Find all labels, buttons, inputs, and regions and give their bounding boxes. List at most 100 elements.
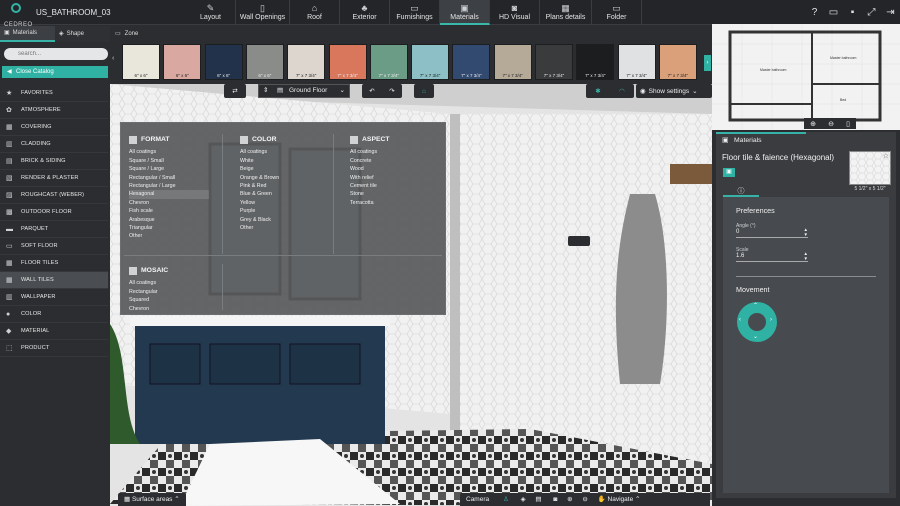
search-input[interactable] [4,48,108,60]
filter-option[interactable]: Chevron [129,305,209,313]
material-swatch[interactable]: 7" x 7 3/4" [658,44,697,80]
filter-option[interactable]: All coatings [129,148,209,156]
rotate-button[interactable]: ⇄ [224,84,246,98]
material-swatch[interactable]: 7" x 7 3/4" [369,44,408,80]
filter-option[interactable]: Blue & Green [240,190,320,198]
materials-panel-tab[interactable]: ▣ Materials [716,132,806,147]
material-swatch[interactable]: 7" x 7 3/4" [576,44,615,80]
category-favorites[interactable]: ★ FAVORITES [0,85,108,102]
filter-option[interactable]: Rectangular [129,288,209,296]
nav-folder[interactable]: ▭ Folder [592,0,642,25]
material-swatch[interactable]: 6" x 6" [204,44,243,80]
tab-materials[interactable]: ▣ Materials [0,26,55,42]
zoom-out-icon[interactable]: ⊖ [828,120,834,128]
material-swatch[interactable]: 6" x 6" [163,44,202,80]
zoom-out-icon[interactable]: ⊖ [582,496,587,503]
filter-option[interactable]: Cement tile [350,182,430,190]
filter-option[interactable]: Purple [240,207,320,215]
filter-option[interactable]: Squared [129,296,209,304]
scale-field[interactable]: 1.6 ▲ ▼ [736,251,808,262]
zoom-in-icon[interactable]: ⊕ [567,496,572,503]
person-icon[interactable]: ♙ [503,496,509,503]
camera-add-icon[interactable]: ◙ [553,496,557,503]
category-color[interactable]: ● COLOR [0,306,108,323]
filter-option[interactable]: Triangular [129,224,209,232]
arrow-down-icon[interactable]: ⌄ [753,333,758,340]
nav-materials[interactable]: ▣ Materials [440,0,490,25]
category-material[interactable]: ◆ MATERIAL [0,323,108,340]
category-parquet[interactable]: ▬ PARQUET [0,221,108,238]
path-button[interactable]: ⌂ [414,84,434,98]
filter-option[interactable]: Concrete [350,157,430,165]
angle-field[interactable]: 0 ▲ ▼ [736,227,808,238]
surface-areas-button[interactable]: ▦ Surface areas ⌃ [118,493,186,506]
filter-option[interactable]: Terracotta [350,199,430,207]
arrow-right-icon[interactable]: › [770,317,772,323]
filter-option[interactable]: Hexagonal [129,190,209,199]
filter-option[interactable]: Beige [240,165,320,173]
material-swatch[interactable]: 7" x 7 3/4" [452,44,491,80]
nav-plans-details[interactable]: ▦ Plans details [540,0,592,25]
category-wall-tiles[interactable]: ▦ WALL TILES [0,272,108,289]
trash-icon[interactable]: ▯ [846,120,850,128]
app-logo[interactable]: CEDREO [4,2,32,28]
nav-furnishings[interactable]: ▭ Furnishings [390,0,440,25]
category-atmosphere[interactable]: ✿ ATMOSPHERE [0,102,108,119]
stepper-icon[interactable]: ▲ ▼ [804,227,808,237]
filter-option[interactable]: All coatings [350,148,430,156]
nav-layout[interactable]: ✎ Layout [186,0,236,25]
filter-option[interactable]: Arabesque [129,216,209,224]
filter-option[interactable]: Rectangular / Large [129,182,209,190]
stepper-icon[interactable]: ▲ ▼ [804,251,808,261]
filter-option[interactable]: White [240,157,320,165]
nav-wall-openings[interactable]: ▯ Wall Openings [236,0,290,25]
filter-option[interactable]: Wood [350,165,430,173]
filter-option[interactable]: With relief [350,174,430,182]
category-cladding[interactable]: ▥ CLADDING [0,136,108,153]
category-brick-siding[interactable]: ▤ BRICK & SIDING [0,153,108,170]
save-icon[interactable]: ▪ [843,0,862,25]
filter-option[interactable]: Chevron [129,199,209,207]
material-thumbnail[interactable]: ☆ [849,151,891,185]
info-tab[interactable]: ⓘ [723,186,759,197]
category-wallpaper[interactable]: ▥ WALLPAPER [0,289,108,306]
nav-exterior[interactable]: ♣ Exterior [340,0,390,25]
close-catalog-button[interactable]: ◀ Close Catalog [2,66,108,78]
nav-hd-visual[interactable]: ◙ HD Visual [490,0,540,25]
material-swatch[interactable]: 7" x 7 3/4" [535,44,573,80]
filter-option[interactable]: Rectangular / Small [129,174,209,182]
sun-icon[interactable]: ✱ [595,87,600,95]
filter-option[interactable]: Orange & Brown [240,174,320,182]
sunset-icon[interactable]: ◠ [619,87,625,95]
show-settings-button[interactable]: ◉ Show settings ⌄ [636,84,712,98]
tab-shape[interactable]: ◈ Shape [55,26,110,42]
minimap[interactable]: Master bathroom Master bathroom Bed ⊕ ⊖ … [712,24,900,130]
category-roughcast-weber[interactable]: ▨ ROUGHCAST (WEBER) [0,187,108,204]
star-icon[interactable]: ☆ [883,152,889,160]
zoom-in-icon[interactable]: ⊕ [810,120,816,128]
material-badge[interactable]: ▣ [723,168,735,177]
scroll-left-icon[interactable]: ‹ [112,55,120,71]
redo-icon[interactable]: ↷ [389,87,394,95]
nav-roof[interactable]: ⌂ Roof [290,0,340,25]
navigate-label[interactable]: Navigate [608,496,634,503]
arrow-up-icon[interactable]: ⌃ [753,302,758,309]
material-swatch[interactable]: 7" x 7 3/4" [287,44,326,80]
filter-option[interactable]: All coatings [129,279,209,287]
filter-option[interactable]: Pink & Red [240,182,320,190]
tab-zone[interactable]: ▭ Zone [112,26,152,42]
filter-option[interactable]: Other [129,232,209,240]
movement-joystick[interactable]: ⌃ ⌄ ‹ › [737,302,777,342]
category-product[interactable]: ⬚ PRODUCT [0,340,108,357]
help-icon[interactable]: ? [805,0,824,25]
material-swatch[interactable]: 6" x 6" [245,44,284,80]
arrow-left-icon[interactable]: ‹ [739,317,741,323]
filter-option[interactable]: Square / Large [129,165,209,173]
undo-icon[interactable]: ↶ [369,87,374,95]
camera-label[interactable]: Camera [466,496,489,503]
category-render-plaster[interactable]: ▧ RENDER & PLASTER [0,170,108,187]
category-covering[interactable]: ▦ COVERING [0,119,108,136]
material-swatch[interactable]: 7" x 7 3/4" [617,44,656,80]
filter-option[interactable]: Fish scale [129,207,209,215]
fullscreen-icon[interactable]: ⤢ [862,0,881,25]
